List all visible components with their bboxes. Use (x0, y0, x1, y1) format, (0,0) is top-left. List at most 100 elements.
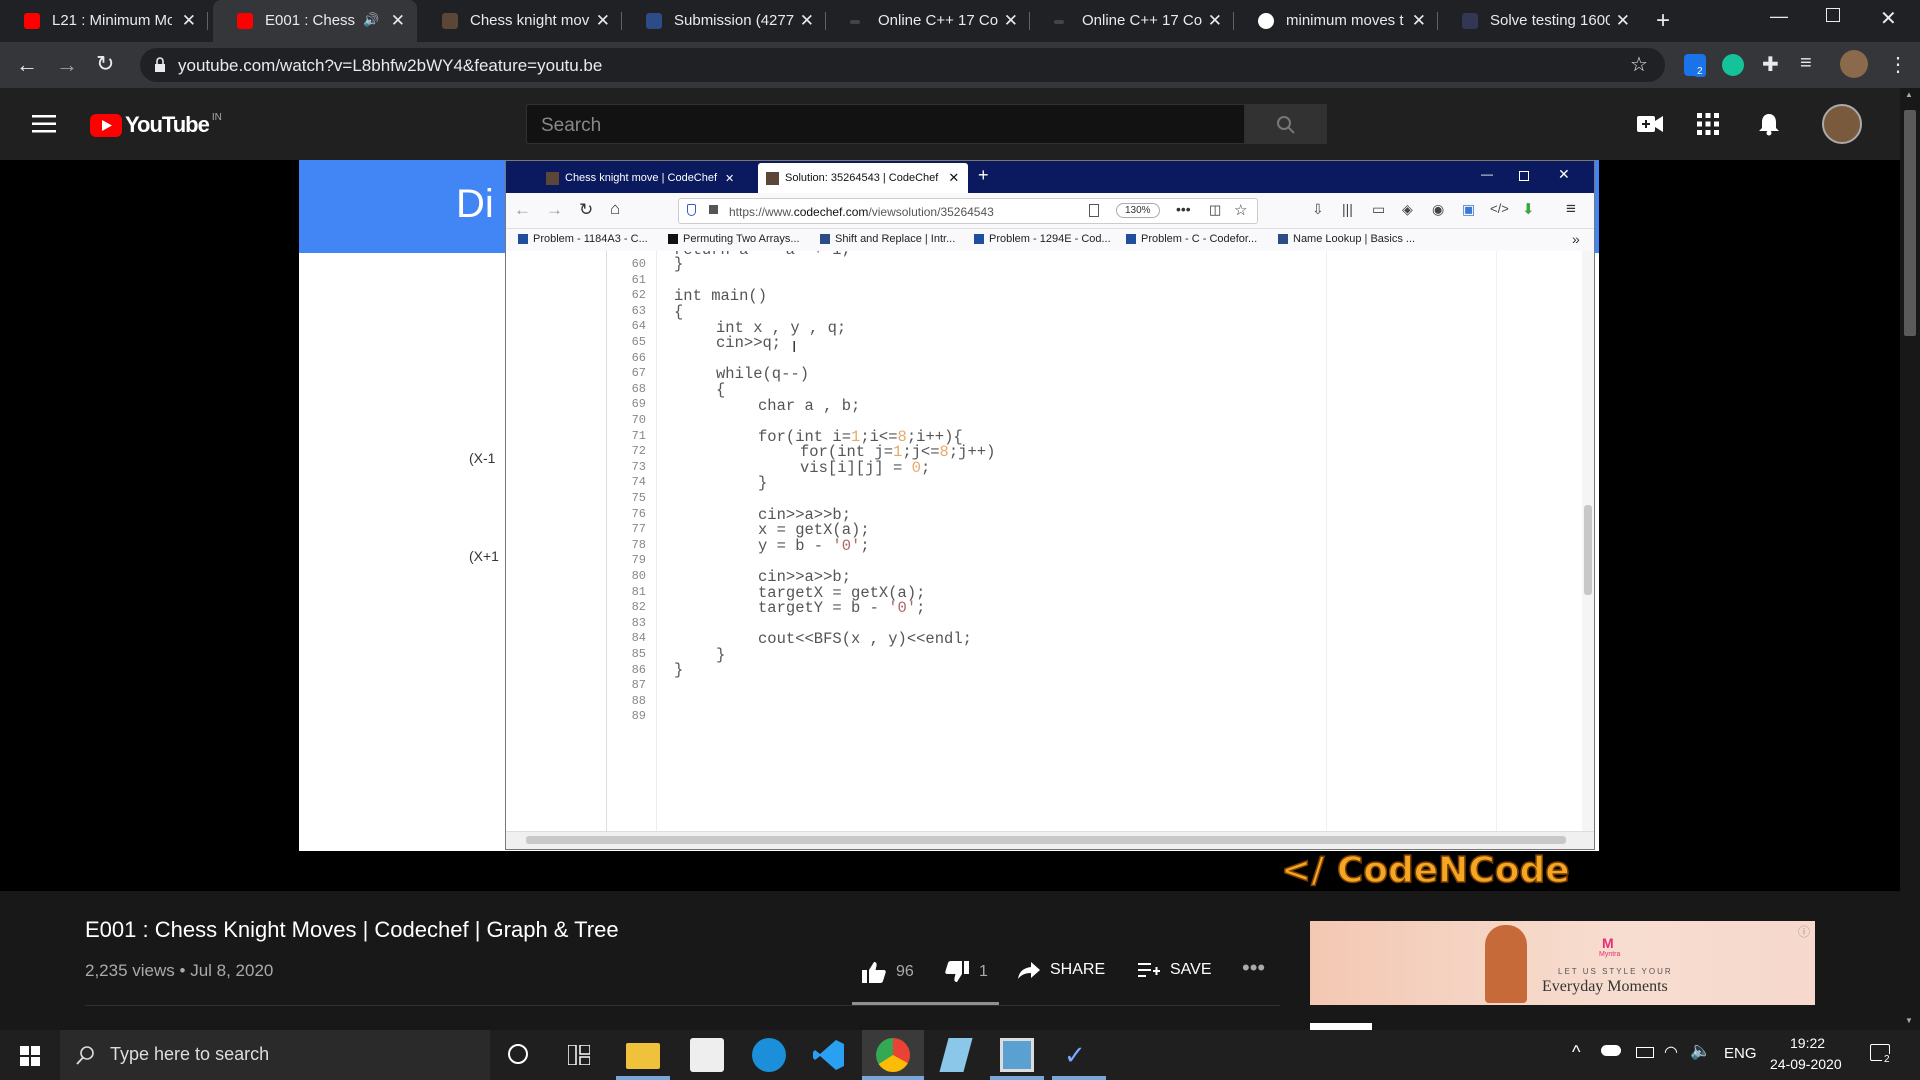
windows-start-icon[interactable] (20, 1046, 40, 1066)
clock-date[interactable]: 24-09-2020 (1770, 1056, 1842, 1072)
close-icon[interactable]: ✕ (1412, 11, 1426, 31)
onedrive-icon[interactable] (1601, 1045, 1621, 1056)
slide-label: (X+1 (469, 548, 499, 564)
ff-back-icon: ← (514, 200, 531, 219)
vscode-icon[interactable] (812, 1038, 846, 1072)
back-button[interactable]: ← (16, 52, 38, 78)
hamburger-menu-icon[interactable] (32, 115, 56, 133)
ad-info-icon[interactable]: ⓘ (1798, 923, 1810, 940)
restore-button[interactable] (1826, 8, 1840, 22)
ff-tab-chess-knight: Chess knight move | CodeChef ✕ (546, 163, 754, 193)
notepad-icon[interactable] (939, 1038, 973, 1072)
close-icon[interactable]: ✕ (1004, 11, 1018, 31)
microsoft-store-icon[interactable] (690, 1038, 724, 1072)
edge-icon[interactable] (752, 1038, 786, 1072)
youtube-icon (237, 13, 253, 29)
bookmark-star-icon: ☆ (1234, 202, 1248, 219)
reload-button[interactable]: ↻ (96, 51, 114, 77)
code-line: while(q--) (716, 365, 810, 383)
google-icon (1258, 13, 1274, 29)
line-number: 60 (631, 257, 646, 271)
tab-solve-testing[interactable]: Solve testing 1600 ✕ (1438, 0, 1642, 42)
tab-label: Submission (4277 (674, 12, 794, 29)
clock-time[interactable]: 19:22 (1790, 1035, 1825, 1051)
tab-label: Solve testing 1600 (1490, 12, 1610, 29)
line-number: 77 (631, 522, 646, 537)
ff-horizontal-scrollbar (506, 831, 1594, 849)
new-tab-button[interactable]: + (1656, 7, 1670, 35)
share-button[interactable]: SHARE (1018, 961, 1105, 979)
close-icon[interactable]: ✕ (800, 11, 814, 31)
file-explorer-icon[interactable] (626, 1043, 660, 1069)
search-icon (76, 1046, 94, 1065)
like-count: 96 (896, 963, 914, 980)
bookmark-star-icon[interactable]: ☆ (1630, 52, 1648, 77)
save-button[interactable]: SAVE (1138, 961, 1212, 979)
chrome-menu-icon[interactable]: ⋮ (1888, 52, 1908, 77)
photos-icon[interactable] (1000, 1038, 1034, 1072)
url-text: youtube.com/watch?v=L8bhfw2bWY4&feature=… (178, 56, 603, 75)
minimize-button[interactable]: — (1770, 6, 1788, 27)
apps-grid-icon[interactable] (1697, 113, 1719, 135)
chrome-icon[interactable] (876, 1038, 910, 1072)
address-bar[interactable]: youtube.com/watch?v=L8bhfw2bWY4&feature=… (140, 48, 1665, 82)
wifi-icon[interactable]: ◠ (1664, 1042, 1678, 1062)
line-number: 61 (631, 272, 646, 287)
user-avatar[interactable] (1822, 104, 1862, 144)
tab-e001-chess-knight[interactable]: E001 : Chess K 🔊 ✕ (213, 0, 417, 42)
advertisement-banner[interactable]: M Myntra LET US STYLE YOUR Everyday Mome… (1310, 921, 1815, 1005)
scroll-up-arrow-icon[interactable]: ▲ (1905, 90, 1913, 99)
profile-avatar[interactable] (1840, 50, 1868, 78)
battery-icon[interactable] (1636, 1047, 1654, 1058)
tab-submission[interactable]: Submission (4277 ✕ (622, 0, 826, 42)
cortana-icon[interactable] (508, 1044, 528, 1064)
volume-icon[interactable]: 🔈 (1690, 1041, 1711, 1061)
search-button[interactable] (1245, 104, 1327, 144)
notifications-bell-icon[interactable] (1758, 112, 1780, 136)
tab-minimum-moves-google[interactable]: minimum moves t ✕ (1234, 0, 1438, 42)
close-window-button[interactable]: ✕ (1880, 6, 1897, 31)
close-icon[interactable]: ✕ (1616, 11, 1630, 31)
close-icon[interactable]: ✕ (1208, 11, 1222, 31)
search-input[interactable]: Search (526, 104, 1245, 144)
taskbar-search-placeholder: Type here to search (110, 1044, 270, 1064)
taskbar-search-box[interactable]: Type here to search (60, 1030, 490, 1080)
bookmark-item: Shift and Replace | Intr... (820, 233, 955, 245)
page-actions-icon: ••• (1176, 201, 1191, 217)
tab-l21-minimum-moves[interactable]: L21 : Minimum Mo ✕ (0, 0, 208, 42)
page-scroll-thumb[interactable] (1904, 110, 1916, 336)
youtube-logo[interactable]: YouTube IN (90, 112, 222, 138)
forward-button[interactable]: → (56, 52, 78, 78)
grammarly-icon[interactable] (1722, 54, 1744, 76)
download-icon: ⇩ (1312, 201, 1324, 217)
more-actions-icon[interactable]: ••• (1242, 955, 1265, 981)
ad-headline: Everyday Moments (1542, 978, 1668, 995)
browser-tab-strip: L21 : Minimum Mo ✕ E001 : Chess K 🔊 ✕ Ch… (0, 0, 1920, 42)
myntra-logo-icon: M (1602, 935, 1614, 951)
ff-vertical-scrollbar (1582, 251, 1594, 831)
like-button[interactable]: 96 (862, 961, 914, 983)
page-scrollbar[interactable]: ▲ ▼ (1900, 88, 1920, 1030)
checker-app-icon[interactable]: ✓ (1064, 1040, 1086, 1071)
close-icon[interactable]: ✕ (391, 11, 405, 31)
code-line: } (674, 661, 684, 679)
dislike-button[interactable]: 1 (945, 961, 988, 983)
media-controls-icon[interactable]: ≡ (1800, 52, 1812, 75)
tab-online-cpp-2[interactable]: Online C++ 17 Co ✕ (1030, 0, 1234, 42)
close-icon[interactable]: ✕ (182, 11, 196, 31)
view-count: 2,235 views (85, 961, 175, 980)
youtube-icon (24, 13, 40, 29)
audio-playing-icon[interactable]: 🔊 (363, 12, 379, 28)
extensions-puzzle-icon[interactable]: ✚ (1762, 52, 1779, 77)
video-meta: 2,235 views • Jul 8, 2020 (85, 961, 274, 980)
close-icon[interactable]: ✕ (596, 11, 610, 31)
scroll-down-arrow-icon[interactable]: ▼ (1905, 1016, 1913, 1025)
tab-chess-knight-move[interactable]: Chess knight move ✕ (418, 0, 622, 42)
create-video-icon[interactable] (1637, 115, 1663, 133)
tab-online-cpp-1[interactable]: Online C++ 17 Co ✕ (826, 0, 1030, 42)
task-view-icon[interactable] (568, 1045, 590, 1065)
show-hidden-icons-chevron-icon[interactable]: ^ (1572, 1042, 1580, 1063)
url-prefix: https://www. (729, 205, 794, 219)
firefox-tab-strip: Chess knight move | CodeChef ✕ Solution:… (506, 161, 1594, 193)
language-indicator[interactable]: ENG (1724, 1045, 1757, 1062)
